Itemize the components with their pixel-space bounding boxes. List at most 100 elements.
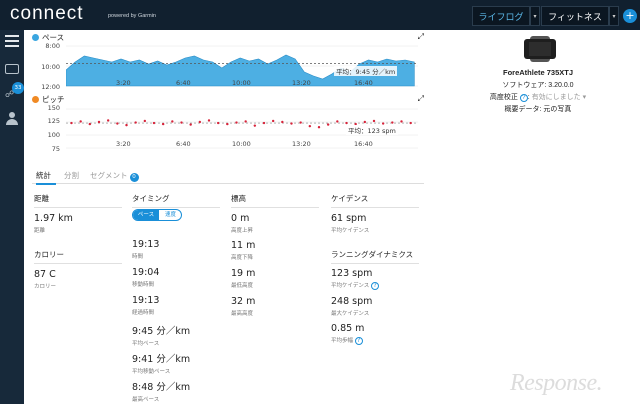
pace-label-text: ペース — [42, 33, 65, 42]
top-header: connect powered by Garmin ライフログ ▾ フィットネス… — [0, 0, 640, 30]
cadence-point — [180, 121, 183, 124]
elevation-column: 標高 0 m 高度上昇 11 m 高度下降 19 m 最低高度 32 m 最高高度 — [231, 193, 319, 317]
tab-splits[interactable]: 分割 — [64, 170, 79, 181]
stat-value: 11 m — [231, 240, 256, 251]
help-icon[interactable]: ? — [519, 94, 528, 102]
cadence-point — [143, 119, 147, 123]
calibration-value[interactable]: 有効にしました — [532, 94, 581, 101]
stat-value: 19:04 — [132, 267, 160, 278]
stat-distance: 1.97 km 距離 — [34, 213, 73, 234]
cadence-point — [345, 121, 348, 125]
toggle-speed[interactable]: 速度 — [159, 210, 181, 220]
stat-value: 87 C — [34, 269, 56, 280]
running-dynamics-heading: ランニングダイナミクス — [331, 249, 419, 264]
cadence-point — [400, 120, 403, 123]
stat-elapsed-time: 19:13 経過時間 — [132, 295, 159, 316]
cadence-point — [262, 121, 266, 125]
cadence-point — [216, 121, 220, 125]
fitness-dropdown-icon[interactable]: ▾ — [609, 6, 619, 26]
stats-tabs: 統計 分割 セグメント 0 — [32, 167, 424, 185]
help-icon[interactable]: ? — [371, 282, 380, 290]
pace-ytick: 12:00 — [41, 83, 60, 91]
summary-data: 概要データ: 元の写真 — [504, 106, 572, 113]
tab-stats[interactable]: 統計 — [36, 170, 56, 185]
cadence-point — [116, 122, 119, 125]
stat-label: カロリー — [34, 284, 57, 290]
timing-heading: タイミング — [132, 193, 220, 208]
pace-speed-toggle[interactable]: ペース 速度 — [132, 209, 182, 221]
lifelog-dropdown-icon[interactable]: ▾ — [530, 6, 540, 26]
cadence-point — [235, 121, 238, 124]
stat-min-elev: 19 m 最低高度 — [231, 268, 255, 289]
sidebar: ☍ 33 — [0, 30, 24, 404]
cadence-point — [299, 121, 302, 124]
cadence-point — [308, 124, 312, 128]
expand-icon[interactable]: ⤢ — [418, 32, 424, 42]
pace-chart: ペース ⤢ 8:00 10:00 12:00 平均：9:45 分／km 3:20… — [32, 32, 424, 91]
stat-value: 123 spm — [331, 268, 373, 279]
stat-value: 61 spm — [331, 213, 367, 224]
cadence-xtick: 6:40 — [176, 140, 191, 148]
stat-value: 19 m — [231, 268, 256, 279]
cadence-chart: ピッチ ⤢ 150 125 100 75 平均：123 spm 3:20 6:4… — [32, 94, 424, 154]
add-button[interactable]: + — [623, 9, 637, 23]
cadence-ytick: 125 — [47, 117, 60, 125]
cadence-point — [125, 123, 128, 127]
cadence-point — [171, 120, 174, 123]
toggle-pace[interactable]: ペース — [133, 210, 159, 220]
stat-calories: 87 C カロリー — [34, 269, 56, 290]
stat-max-elev: 32 m 最高高度 — [231, 296, 255, 317]
help-icon[interactable]: ? — [354, 337, 363, 345]
calories-heading: カロリー — [34, 249, 122, 264]
tab-segments-label: セグメント — [90, 171, 128, 180]
user-icon[interactable] — [6, 112, 18, 126]
cadence-xtick: 13:20 — [292, 140, 311, 148]
cadence-point — [253, 124, 257, 127]
cadence-point — [198, 120, 202, 124]
response-watermark: Response. — [510, 370, 603, 396]
stat-value: 8:48 分／km — [132, 382, 191, 393]
cadence-point — [409, 121, 412, 125]
cadence-column: ケイデンス 61 spm 平均ケイデンス ランニングダイナミクス 123 spm 平… — [331, 193, 419, 345]
cadence-point — [290, 122, 293, 125]
stat-avg-pace: 9:45 分／km 平均ペース — [132, 323, 190, 347]
stat-elev-gain: 0 m 高度上昇 — [231, 213, 253, 234]
stat-label: 高度上昇 — [231, 228, 254, 234]
cadence-point — [79, 120, 82, 123]
calibration-label: 高度校正 — [489, 94, 518, 101]
pace-xtick: 13:20 — [292, 79, 311, 87]
stat-label: 距離 — [34, 228, 46, 234]
garmin-connect-logo[interactable]: connect — [10, 3, 84, 25]
elevation-heading: 標高 — [231, 193, 319, 208]
cadence-point — [106, 119, 110, 122]
menu-icon[interactable] — [5, 35, 19, 47]
fitness-tab[interactable]: フィットネス — [541, 6, 609, 26]
cadence-point — [326, 123, 330, 126]
chevron-down-icon[interactable]: ▾ — [583, 94, 587, 101]
lifelog-tab[interactable]: ライフログ — [472, 6, 530, 26]
powered-by-text: powered by Garmin — [108, 13, 156, 19]
pace-xtick: 10:00 — [232, 79, 251, 87]
expand-icon[interactable]: ⤢ — [418, 94, 424, 104]
tab-segments[interactable]: セグメント 0 — [90, 170, 139, 182]
cadence-xtick: 3:20 — [116, 140, 131, 148]
stat-value: 32 m — [231, 296, 256, 307]
stat-elev-loss: 11 m 高度下降 — [231, 240, 255, 261]
cadence-point — [161, 122, 165, 126]
stat-avg-cadence: 61 spm 平均ケイデンス — [331, 213, 369, 234]
cadence-ytick: 150 — [47, 104, 60, 112]
stat-label: 時間 — [132, 254, 144, 260]
distance-column: 距離 1.97 km 距離 カロリー 87 C カロリー — [34, 193, 122, 290]
stat-label: 最低高度 — [231, 283, 254, 289]
stat-best-pace: 8:48 分／km 最高ペース — [132, 379, 190, 403]
cadence-point — [88, 122, 92, 126]
stat-value: 0 m — [231, 213, 250, 224]
cadence-point — [372, 119, 376, 123]
timing-column: タイミング ペース 速度 19:13 時間 19:04 移動時間 19:13 経過時間 … — [132, 193, 220, 403]
stat-avg-pitch: 123 spm 平均ケイデンス ? — [331, 268, 380, 290]
inbox-icon[interactable] — [5, 64, 19, 74]
elevation-calibration: 高度校正 ?: 有効にしました ▾ — [489, 94, 587, 102]
pace-xtick: 16:40 — [354, 79, 373, 87]
cadence-point — [244, 120, 247, 123]
cadence-point — [97, 120, 101, 124]
